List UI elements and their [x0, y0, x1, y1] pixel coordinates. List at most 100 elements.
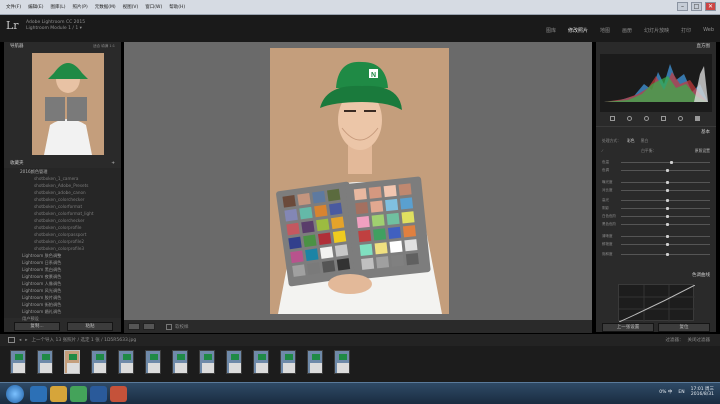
main-photo[interactable]: N [270, 48, 449, 314]
wb-value[interactable]: 原照设置 [695, 148, 710, 154]
menu-metadata[interactable]: 元数据(M) [95, 4, 116, 10]
filter-value[interactable]: 关闭过滤器 [688, 337, 711, 343]
menu-window[interactable]: 窗口(W) [145, 4, 162, 10]
slider-knob[interactable] [665, 234, 669, 238]
filmstrip-thumbnail[interactable] [334, 350, 350, 374]
module-book[interactable]: 画册 [622, 27, 632, 34]
menu-photo[interactable]: 照片(P) [73, 4, 88, 10]
collection-item[interactable]: shotboken_adobe_canon [4, 189, 121, 196]
menu-file[interactable]: 文件(F) [6, 4, 21, 10]
app-taskbar-icon[interactable] [110, 386, 127, 402]
collection-item[interactable]: Lightroom 肤色调整 [4, 252, 121, 259]
slider-knob[interactable] [669, 160, 673, 164]
histogram[interactable] [600, 54, 712, 112]
slider-knob[interactable] [665, 252, 669, 256]
collections-header[interactable]: 收藏夹 + [4, 159, 121, 167]
collection-item[interactable]: Lightroom 街拍调色 [4, 301, 121, 308]
collection-item[interactable]: Lightroom 婚礼调色 [4, 308, 121, 315]
radial-filter-icon[interactable] [678, 116, 683, 121]
language-indicator[interactable]: EN [678, 390, 684, 395]
spot-removal-icon[interactable] [627, 116, 632, 121]
lightroom-taskbar-icon[interactable] [90, 386, 107, 402]
menu-help[interactable]: 帮助(H) [169, 4, 185, 10]
histogram-header[interactable]: 直方图 [596, 42, 716, 50]
loupe-view-button[interactable] [128, 323, 140, 330]
slider-knob[interactable] [665, 168, 669, 172]
collection-item[interactable]: 用户预设 [4, 315, 121, 322]
filmstrip-thumbnail[interactable] [172, 350, 188, 374]
navigator-zoom[interactable]: 适合 填满 1:1 [93, 44, 115, 49]
close-button[interactable]: ✕ [705, 2, 716, 11]
slider-track[interactable] [621, 198, 710, 202]
filmstrip-thumbnail[interactable] [253, 350, 269, 374]
tone-curve-graph[interactable] [618, 284, 696, 323]
collection-item[interactable]: Lightroom 人像调色 [4, 280, 121, 287]
slider-track[interactable] [621, 242, 710, 246]
copy-settings-button[interactable]: 复制... [14, 322, 60, 331]
paste-settings-button[interactable]: 粘贴 [67, 322, 113, 331]
collection-item[interactable]: shotboken_colorformat [4, 203, 121, 210]
filmstrip-thumbnail[interactable] [226, 350, 242, 374]
tray-status[interactable]: 0% 中 [659, 390, 672, 395]
start-button-icon[interactable] [6, 385, 24, 403]
menu-edit[interactable]: 编辑(E) [28, 4, 43, 10]
module-web[interactable]: Web [703, 27, 714, 34]
module-map[interactable]: 地图 [600, 27, 610, 34]
back-arrow-icon[interactable]: ◂ [19, 338, 21, 343]
filmstrip-thumbnail[interactable] [118, 350, 134, 374]
photo-view[interactable]: N [124, 42, 592, 320]
collection-item[interactable]: shotboken_Adobe_Presets [4, 182, 121, 189]
filmstrip-thumbnail[interactable] [280, 350, 296, 374]
slider-track[interactable] [621, 188, 710, 192]
previous-settings-button[interactable]: 上一张设置 [602, 323, 654, 332]
module-develop[interactable]: 修改照片 [568, 27, 588, 34]
graduated-filter-icon[interactable] [661, 116, 666, 121]
filmstrip-thumbnail[interactable] [307, 350, 323, 374]
tonecurve-header[interactable]: 色调曲线 [596, 271, 716, 279]
collection-item[interactable]: shotboken_colorpassport [4, 231, 121, 238]
slider-track[interactable] [621, 160, 710, 164]
filmstrip-thumbnail[interactable] [91, 350, 107, 374]
grid-view-icon[interactable] [8, 337, 15, 343]
collection-item[interactable]: shotboken_1_camera [4, 175, 121, 182]
module-library[interactable]: 图库 [546, 27, 556, 34]
filmstrip-thumbnail[interactable] [199, 350, 215, 374]
slider-track[interactable] [621, 168, 710, 172]
treatment-color-option[interactable]: 彩色 [627, 138, 635, 144]
collection-item[interactable]: Lightroom 夜景调色 [4, 273, 121, 280]
slider-knob[interactable] [665, 198, 669, 202]
soft-proof-checkbox[interactable] [166, 323, 172, 330]
reset-button[interactable]: 复位 [658, 323, 710, 332]
crop-tool-icon[interactable] [610, 116, 615, 121]
explorer-taskbar-icon[interactable] [50, 386, 67, 402]
filmstrip-thumbnail[interactable] [10, 350, 26, 374]
minimize-button[interactable]: – [677, 2, 688, 11]
menu-library[interactable]: 图库(L) [50, 4, 65, 10]
collection-item[interactable]: shotboken_colorprofile2 [4, 238, 121, 245]
slider-track[interactable] [621, 206, 710, 210]
adjustment-brush-icon[interactable] [695, 116, 700, 121]
module-slideshow[interactable]: 幻灯片放映 [644, 27, 669, 34]
collection-item[interactable]: shotboken_colorprofile [4, 224, 121, 231]
slider-track[interactable] [621, 222, 710, 226]
slider-track[interactable] [621, 180, 710, 184]
slider-knob[interactable] [665, 222, 669, 226]
basic-header[interactable]: 基本 [596, 128, 716, 136]
chrome-taskbar-icon[interactable] [70, 386, 87, 402]
filmstrip-thumbnail[interactable] [37, 350, 53, 374]
collection-item[interactable]: shotboken_colorchecker [4, 217, 121, 224]
before-after-button[interactable] [143, 323, 155, 330]
collection-item[interactable]: Lightroom 日系调色 [4, 259, 121, 266]
slider-track[interactable] [621, 234, 710, 238]
collection-item[interactable]: shotboken_colorprofile3 [4, 245, 121, 252]
collection-item[interactable]: shotboken_colorformat_light [4, 210, 121, 217]
forward-arrow-icon[interactable]: ▸ [25, 338, 27, 343]
slider-track[interactable] [621, 252, 710, 256]
treatment-bw-option[interactable]: 黑白 [641, 138, 649, 144]
collection-item[interactable]: 2016颜色管理 [4, 168, 121, 175]
collection-item[interactable]: Lightroom 风光调色 [4, 287, 121, 294]
catalog-line-2[interactable]: Lightroom Module 1 / 1 ▾ [26, 26, 85, 32]
slider-track[interactable] [621, 214, 710, 218]
clock-date[interactable]: 2016/8/31 [691, 392, 714, 397]
filmstrip-thumbnail[interactable] [64, 350, 80, 374]
